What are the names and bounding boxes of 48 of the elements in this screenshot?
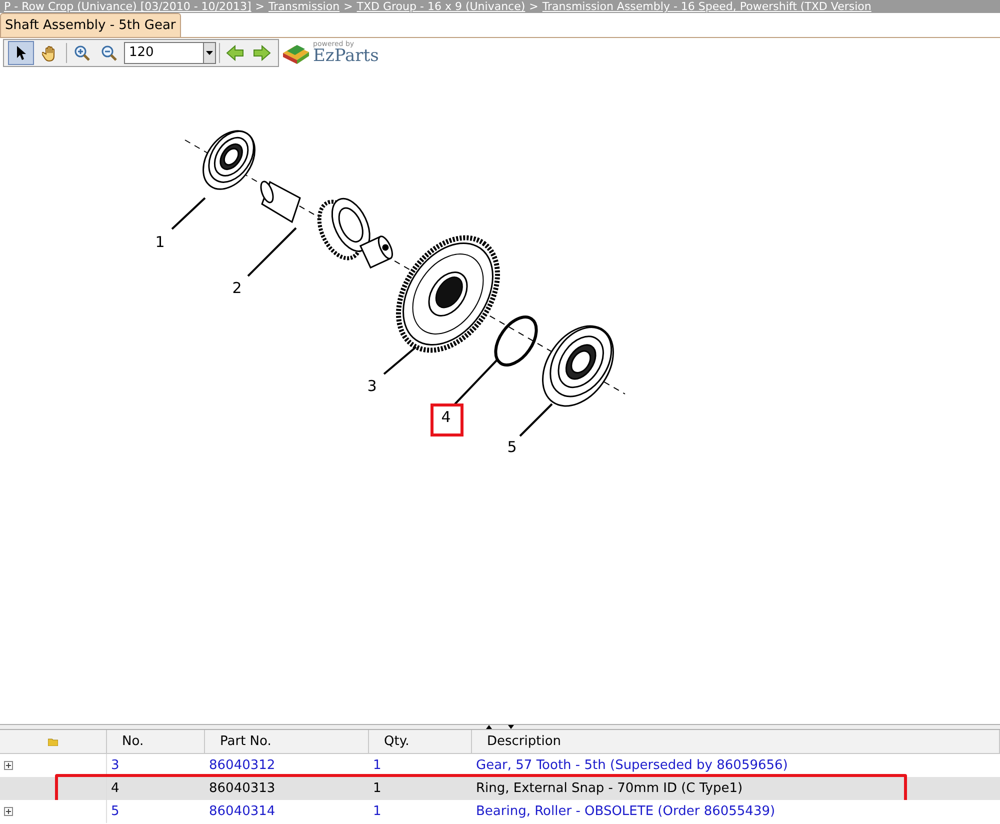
left-arrow-icon	[226, 45, 244, 61]
table-cell[interactable]: 5	[107, 800, 205, 823]
zoom-value: 120	[128, 44, 155, 62]
column-header[interactable]: No.	[107, 730, 205, 753]
callout-number[interactable]: 4	[441, 408, 451, 426]
table-cell[interactable]: 1	[369, 754, 472, 777]
breadcrumb-separator: >	[344, 1, 353, 12]
zoom-out-icon	[101, 45, 117, 61]
table-cell[interactable]: 86040314	[205, 800, 369, 823]
callout-number[interactable]: 3	[367, 377, 377, 395]
dropdown-arrow-icon	[206, 51, 213, 55]
folder-icon	[48, 738, 58, 746]
zoom-dropdown[interactable]: 120	[124, 42, 216, 64]
column-header[interactable]: Qty.	[369, 730, 472, 753]
select-tool-button[interactable]	[8, 41, 34, 65]
table-cell-text: 4	[110, 780, 120, 798]
logo-text: EzParts	[313, 48, 379, 65]
expand-arrow-icon[interactable]	[508, 725, 514, 729]
pointer-icon	[15, 45, 27, 61]
table-cell[interactable]: 86040312	[205, 754, 369, 777]
leader-line	[171, 197, 206, 230]
expand-icon[interactable]	[4, 761, 13, 770]
table-cell-text: 1	[372, 780, 382, 798]
leader-line	[383, 346, 417, 375]
callout-number[interactable]: 2	[232, 279, 242, 297]
collapse-arrow-icon[interactable]	[486, 725, 492, 729]
bearing-drawing	[202, 130, 256, 190]
tab[interactable]: Shaft Assembly - 5th Gear	[0, 13, 181, 37]
callout-number[interactable]: 1	[155, 233, 165, 251]
leader-line	[454, 359, 498, 405]
table-cell-text: Ring, External Snap - 70mm ID (C Type1)	[475, 780, 744, 798]
table-cell[interactable]: Gear, 57 Tooth - 5th (Superseded by 86059656)	[472, 754, 1000, 777]
expand-icon[interactable]	[4, 807, 13, 816]
right-arrow-icon	[253, 45, 271, 61]
table-cell[interactable]: Bearing, Roller - OBSOLETE (Order 86055439)	[472, 800, 1000, 823]
zoom-in-icon	[74, 45, 90, 61]
table-cell-text: 86040313	[208, 780, 276, 798]
snap-ring-drawing	[494, 316, 538, 366]
column-header[interactable]: Part No.	[205, 730, 369, 753]
table-cell[interactable]: 1	[369, 800, 472, 823]
breadcrumb-separator: >	[255, 1, 264, 12]
leader-line	[247, 227, 297, 277]
breadcrumb-separator: >	[529, 1, 538, 12]
callout-number[interactable]: 5	[507, 438, 517, 456]
column-header[interactable]: Description	[472, 730, 1000, 753]
table-cell[interactable]: 3	[107, 754, 205, 777]
leader-line	[519, 403, 553, 437]
table-row[interactable]: 4 86040313 1 Ring, External Snap - 70mm ID (C Type1)	[0, 777, 1000, 800]
